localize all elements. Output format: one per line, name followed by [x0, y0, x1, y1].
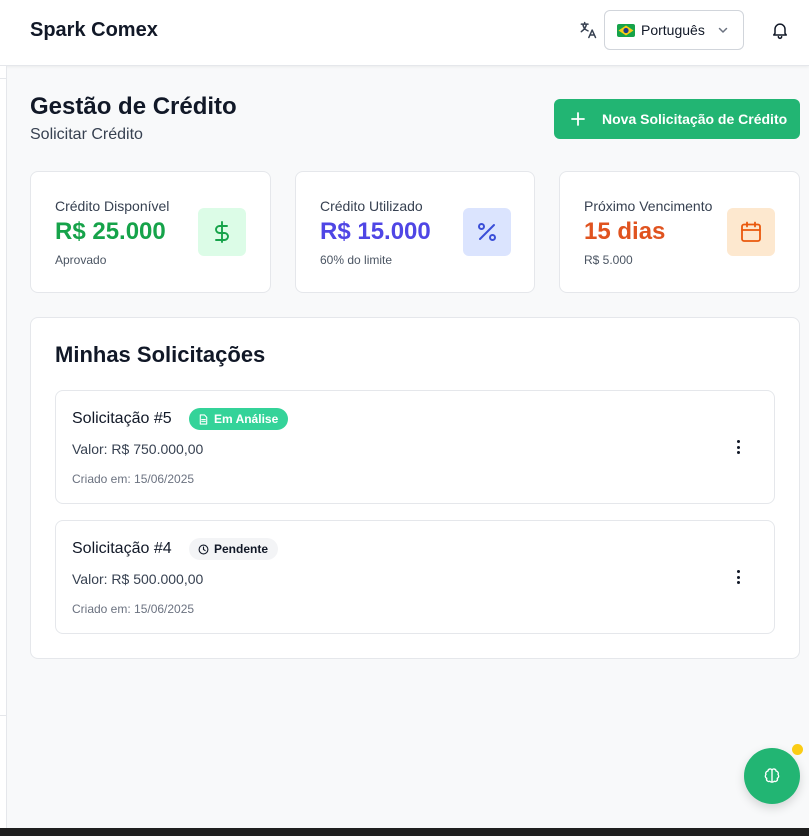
notification-dot — [792, 744, 803, 755]
stat-subtext: Aprovado — [55, 253, 107, 267]
status-label: Pendente — [214, 542, 269, 556]
status-label: Em Análise — [214, 412, 279, 426]
percent-icon — [463, 208, 511, 256]
request-card[interactable]: Solicitação #5 Em Análise Valor: R$ 750.… — [55, 390, 775, 504]
new-credit-request-button[interactable]: Nova Solicitação de Crédito — [554, 99, 800, 139]
language-select[interactable]: Português — [604, 10, 744, 50]
request-value: Valor: R$ 500.000,00 — [72, 571, 204, 587]
stat-value: 15 dias — [584, 218, 666, 245]
stat-label: Crédito Utilizado — [320, 198, 423, 214]
request-title: Solicitação #4 — [72, 540, 172, 557]
request-created-date: Criado em: 15/06/2025 — [72, 472, 195, 486]
translate-icon[interactable] — [578, 20, 598, 40]
sidebar-divider — [0, 78, 7, 79]
bottom-bar — [0, 828, 809, 836]
document-icon — [199, 413, 208, 425]
chevron-down-icon — [718, 27, 728, 33]
more-options-icon[interactable] — [732, 568, 744, 586]
brain-icon — [764, 768, 780, 783]
plus-icon — [571, 112, 585, 126]
request-value: Valor: R$ 750.000,00 — [72, 441, 204, 457]
page-subtitle: Solicitar Crédito — [30, 126, 143, 143]
language-label: Português — [641, 22, 705, 38]
top-bar: Spark Comex Português — [0, 0, 809, 66]
status-badge: Pendente — [189, 538, 279, 560]
stat-value: R$ 15.000 — [320, 218, 431, 245]
requests-panel: Minhas Solicitações Solicitação #5 Em An… — [30, 317, 800, 659]
request-title: Solicitação #5 — [72, 410, 172, 427]
new-credit-request-label: Nova Solicitação de Crédito — [602, 111, 788, 127]
request-created-date: Criado em: 15/06/2025 — [72, 602, 195, 616]
used-credit-card: Crédito Utilizado R$ 15.000 60% do limit… — [295, 171, 535, 293]
status-badge: Em Análise — [189, 408, 289, 430]
page-title: Gestão de Crédito — [30, 93, 237, 120]
more-options-icon[interactable] — [732, 438, 744, 456]
stat-label: Crédito Disponível — [55, 198, 170, 214]
stat-subtext: 60% do limite — [320, 253, 393, 267]
sidebar-divider — [0, 715, 7, 716]
calendar-icon — [727, 208, 775, 256]
brazil-flag-icon — [617, 23, 635, 37]
dollar-icon — [198, 208, 246, 256]
ai-assistant-button[interactable] — [744, 748, 800, 804]
bell-icon[interactable] — [770, 20, 790, 40]
clock-icon — [198, 544, 209, 554]
request-card[interactable]: Solicitação #4 Pendente Valor: R$ 500.00… — [55, 520, 775, 634]
available-credit-card: Crédito Disponível R$ 25.000 Aprovado — [30, 171, 271, 293]
sidebar-edge — [0, 66, 7, 836]
brand-name[interactable]: Spark Comex — [30, 19, 158, 42]
requests-title: Minhas Solicitações — [55, 342, 266, 367]
next-due-card: Próximo Vencimento 15 dias R$ 5.000 — [559, 171, 800, 293]
stat-value: R$ 25.000 — [55, 218, 166, 245]
stat-subtext: R$ 5.000 — [584, 253, 633, 267]
stat-label: Próximo Vencimento — [584, 198, 713, 214]
